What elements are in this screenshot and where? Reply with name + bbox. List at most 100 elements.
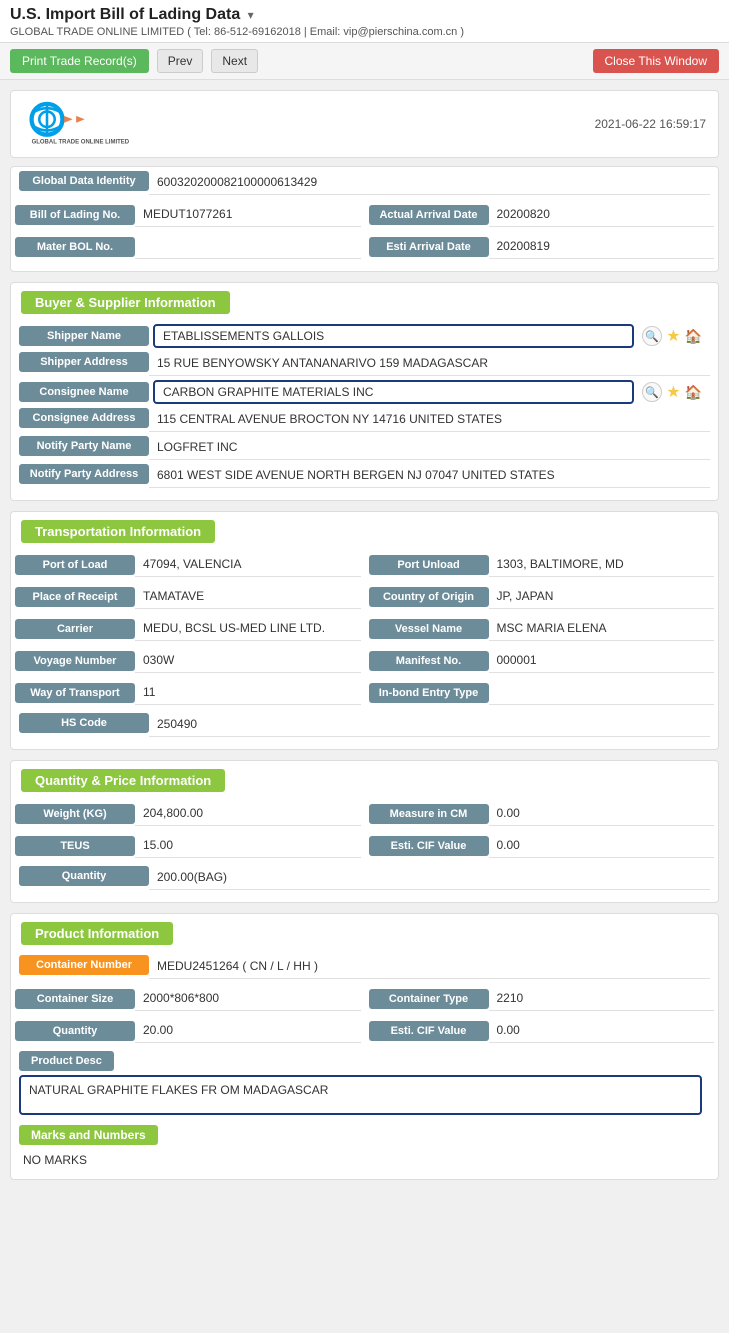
teus-value: 15.00 bbox=[135, 834, 361, 858]
vessel-name-label: Vessel Name bbox=[369, 619, 489, 639]
marks-section: Marks and Numbers NO MARKS bbox=[11, 1119, 718, 1171]
product-esti-cif-col: Esti. CIF Value 0.00 bbox=[369, 1019, 715, 1043]
transportation-header: Transportation Information bbox=[21, 520, 215, 543]
voyage-number-label: Voyage Number bbox=[15, 651, 135, 671]
port-of-load-value: 47094, VALENCIA bbox=[135, 553, 361, 577]
identity-card: Global Data Identity 6003202000821000006… bbox=[10, 166, 719, 272]
teus-col: TEUS 15.00 bbox=[15, 834, 361, 858]
product-quantity-label: Quantity bbox=[15, 1021, 135, 1041]
container-number-row: Container Number MEDU2451264 ( CN / L / … bbox=[19, 955, 710, 979]
way-of-transport-value: 11 bbox=[135, 681, 361, 705]
voyage-number-col: Voyage Number 030W bbox=[15, 649, 361, 673]
buyer-supplier-header: Buyer & Supplier Information bbox=[21, 291, 230, 314]
shipper-home-icon[interactable]: 🏠 bbox=[685, 328, 702, 345]
bill-of-lading-col: Bill of Lading No. MEDUT1077261 bbox=[15, 203, 361, 227]
notify-party-address-label: Notify Party Address bbox=[19, 464, 149, 484]
prev-button[interactable]: Prev bbox=[157, 49, 204, 73]
vessel-name-col: Vessel Name MSC MARIA ELENA bbox=[369, 617, 715, 641]
weight-measure-row: Weight (KG) 204,800.00 Measure in CM 0.0… bbox=[11, 798, 718, 830]
measure-label: Measure in CM bbox=[369, 804, 489, 824]
shipper-search-icon[interactable]: 🔍 bbox=[642, 326, 662, 346]
weight-col: Weight (KG) 204,800.00 bbox=[15, 802, 361, 826]
voyage-manifest-row: Voyage Number 030W Manifest No. 000001 bbox=[11, 645, 718, 677]
carrier-value: MEDU, BCSL US-MED LINE LTD. bbox=[135, 617, 361, 641]
container-type-value: 2210 bbox=[489, 987, 715, 1011]
teus-cif-row: TEUS 15.00 Esti. CIF Value 0.00 bbox=[11, 830, 718, 862]
top-bar: U.S. Import Bill of Lading Data ▾ GLOBAL… bbox=[0, 0, 729, 43]
product-esti-cif-label: Esti. CIF Value bbox=[369, 1021, 489, 1041]
port-of-load-label: Port of Load bbox=[15, 555, 135, 575]
consignee-search-icon[interactable]: 🔍 bbox=[642, 382, 662, 402]
consignee-action-icons: 🔍 ★ 🏠 bbox=[642, 382, 710, 402]
way-of-transport-label: Way of Transport bbox=[15, 683, 135, 703]
quantity-value: 200.00(BAG) bbox=[149, 866, 710, 890]
transportation-card: Transportation Information Port of Load … bbox=[10, 511, 719, 750]
port-unload-col: Port Unload 1303, BALTIMORE, MD bbox=[369, 553, 715, 577]
measure-value: 0.00 bbox=[489, 802, 715, 826]
notify-party-name-row: Notify Party Name LOGFRET INC bbox=[19, 436, 710, 460]
mater-bol-col: Mater BOL No. bbox=[15, 235, 361, 259]
marks-value: NO MARKS bbox=[11, 1149, 718, 1171]
notify-party-address-row: Notify Party Address 6801 WEST SIDE AVEN… bbox=[19, 464, 710, 488]
global-data-identity-label: Global Data Identity bbox=[19, 171, 149, 191]
esti-arrival-col: Esti Arrival Date 20200819 bbox=[369, 235, 715, 259]
teus-label: TEUS bbox=[15, 836, 135, 856]
place-of-receipt-label: Place of Receipt bbox=[15, 587, 135, 607]
bol-arrival-row: Bill of Lading No. MEDUT1077261 Actual A… bbox=[11, 199, 718, 231]
consignee-name-row: Consignee Name CARBON GRAPHITE MATERIALS… bbox=[19, 380, 710, 404]
shipper-name-label: Shipper Name bbox=[19, 326, 149, 346]
company-logo: GLOBAL TRADE ONLINE LIMITED bbox=[23, 99, 143, 149]
shipper-address-row: Shipper Address 15 RUE BENYOWSKY ANTANAN… bbox=[19, 352, 710, 376]
shipper-name-value: ETABLISSEMENTS GALLOIS bbox=[153, 324, 634, 348]
container-type-col: Container Type 2210 bbox=[369, 987, 715, 1011]
product-card: Product Information Container Number MED… bbox=[10, 913, 719, 1180]
product-desc-label: Product Desc bbox=[19, 1051, 114, 1071]
product-quantity-value: 20.00 bbox=[135, 1019, 361, 1043]
consignee-address-row: Consignee Address 115 CENTRAL AVENUE BRO… bbox=[19, 408, 710, 432]
vessel-name-value: MSC MARIA ELENA bbox=[489, 617, 715, 641]
consignee-home-icon[interactable]: 🏠 bbox=[685, 384, 702, 401]
esti-cif-label: Esti. CIF Value bbox=[369, 836, 489, 856]
title-dropdown-icon[interactable]: ▾ bbox=[248, 8, 254, 22]
way-of-transport-col: Way of Transport 11 bbox=[15, 681, 361, 705]
in-bond-entry-col: In-bond Entry Type bbox=[369, 681, 715, 705]
container-number-value: MEDU2451264 ( CN / L / HH ) bbox=[149, 955, 710, 979]
mater-bol-label: Mater BOL No. bbox=[15, 237, 135, 257]
actual-arrival-label: Actual Arrival Date bbox=[369, 205, 489, 225]
buyer-supplier-card: Buyer & Supplier Information Shipper Nam… bbox=[10, 282, 719, 501]
bill-of-lading-label: Bill of Lading No. bbox=[15, 205, 135, 225]
receipt-origin-row: Place of Receipt TAMATAVE Country of Ori… bbox=[11, 581, 718, 613]
port-of-load-col: Port of Load 47094, VALENCIA bbox=[15, 553, 361, 577]
container-size-type-row: Container Size 2000*806*800 Container Ty… bbox=[11, 983, 718, 1015]
consignee-star-icon[interactable]: ★ bbox=[666, 382, 680, 402]
port-unload-value: 1303, BALTIMORE, MD bbox=[489, 553, 715, 577]
close-button[interactable]: Close This Window bbox=[593, 49, 719, 73]
marks-header: Marks and Numbers bbox=[19, 1125, 158, 1145]
esti-cif-col: Esti. CIF Value 0.00 bbox=[369, 834, 715, 858]
country-of-origin-value: JP, JAPAN bbox=[489, 585, 715, 609]
logo-date-row: GLOBAL TRADE ONLINE LIMITED 2021-06-22 1… bbox=[10, 90, 719, 158]
voyage-number-value: 030W bbox=[135, 649, 361, 673]
carrier-vessel-row: Carrier MEDU, BCSL US-MED LINE LTD. Vess… bbox=[11, 613, 718, 645]
transport-bond-row: Way of Transport 11 In-bond Entry Type bbox=[11, 677, 718, 709]
in-bond-entry-value bbox=[489, 681, 715, 705]
product-qty-cif-row: Quantity 20.00 Esti. CIF Value 0.00 bbox=[11, 1015, 718, 1047]
port-row: Port of Load 47094, VALENCIA Port Unload… bbox=[11, 549, 718, 581]
print-button[interactable]: Print Trade Record(s) bbox=[10, 49, 149, 73]
place-of-receipt-value: TAMATAVE bbox=[135, 585, 361, 609]
manifest-no-col: Manifest No. 000001 bbox=[369, 649, 715, 673]
shipper-star-icon[interactable]: ★ bbox=[666, 326, 680, 346]
container-number-label: Container Number bbox=[19, 955, 149, 975]
shipper-name-row: Shipper Name ETABLISSEMENTS GALLOIS 🔍 ★ … bbox=[19, 324, 710, 348]
consignee-address-value: 115 CENTRAL AVENUE BROCTON NY 14716 UNIT… bbox=[149, 408, 710, 432]
logo-area: GLOBAL TRADE ONLINE LIMITED bbox=[23, 99, 143, 149]
mater-bol-value bbox=[135, 235, 361, 259]
svg-text:GLOBAL TRADE ONLINE LIMITED: GLOBAL TRADE ONLINE LIMITED bbox=[32, 139, 130, 145]
container-size-col: Container Size 2000*806*800 bbox=[15, 987, 361, 1011]
shipper-action-icons: 🔍 ★ 🏠 bbox=[642, 326, 710, 346]
next-button[interactable]: Next bbox=[211, 49, 258, 73]
product-esti-cif-value: 0.00 bbox=[489, 1019, 715, 1043]
quantity-label: Quantity bbox=[19, 866, 149, 886]
container-size-value: 2000*806*800 bbox=[135, 987, 361, 1011]
quantity-price-card: Quantity & Price Information Weight (KG)… bbox=[10, 760, 719, 903]
